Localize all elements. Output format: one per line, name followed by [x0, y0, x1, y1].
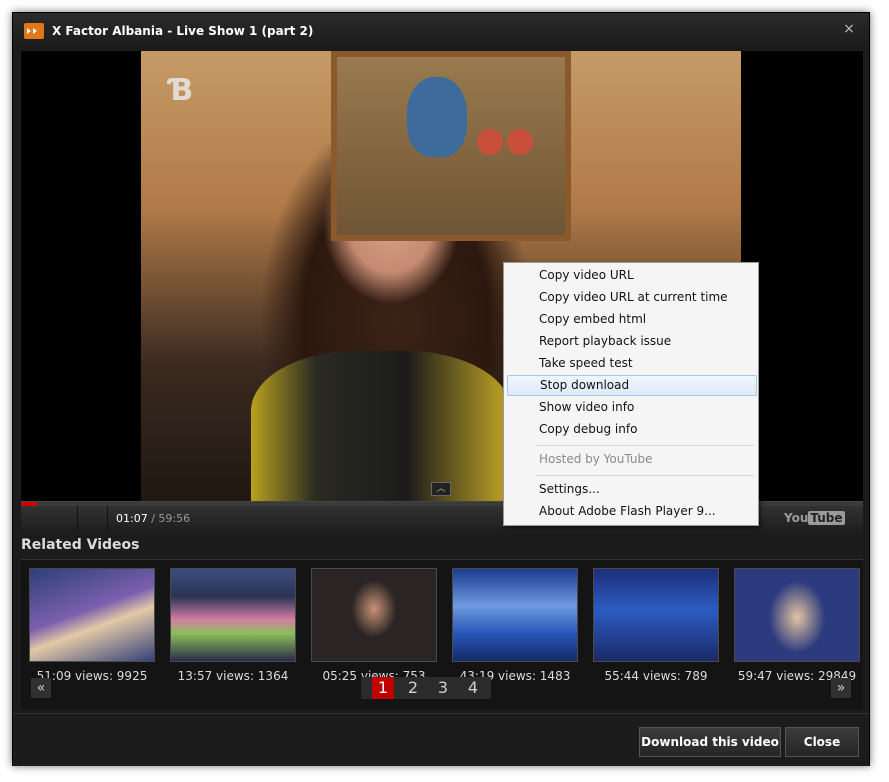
current-time: 01:07: [116, 512, 148, 525]
menu-item-label: Settings...: [539, 482, 600, 496]
related-caption-2: 13:57 views: 1364: [177, 669, 289, 683]
related-videos: 51:09 views: 9925 13:57 views: 1364 05:2…: [21, 559, 863, 710]
youtube-logo-left: You: [784, 511, 809, 525]
menu-item-label: Report playback issue: [539, 334, 672, 348]
menu-item-copy-embed-html[interactable]: Copy embed html: [507, 309, 755, 330]
menu-item-label: Hosted by YouTube: [539, 452, 653, 466]
menu-item-copy-debug-info[interactable]: Copy debug info: [507, 419, 755, 440]
menu-item-label: Show video info: [539, 400, 635, 414]
related-thumb-3[interactable]: 05:25 views: 753: [311, 568, 437, 683]
related-thumb-5[interactable]: 55:44 views: 789: [593, 568, 719, 683]
menu-item-report-playback-issue[interactable]: Report playback issue: [507, 331, 755, 352]
related-thumb-6[interactable]: 59:47 views: 29849: [734, 568, 860, 683]
menu-item-settings[interactable]: Settings...: [507, 479, 755, 500]
menu-item-copy-video-url[interactable]: Copy video URL: [507, 265, 755, 286]
prev-page-icon[interactable]: «: [31, 678, 51, 698]
time-separator: /: [147, 512, 159, 525]
menu-item-stop-download[interactable]: Stop download: [507, 375, 757, 396]
related-thumb-4[interactable]: 43:19 views: 1483: [452, 568, 578, 683]
menu-item-label: Copy video URL: [539, 268, 634, 282]
related-caption-5: 55:44 views: 789: [604, 669, 708, 683]
page-2[interactable]: 2: [402, 677, 424, 699]
youtube-logo-right: Tube: [808, 511, 845, 525]
page-1[interactable]: 1: [372, 677, 394, 699]
expand-up-icon[interactable]: ︿: [431, 482, 451, 496]
menu-separator: [536, 445, 754, 446]
context-menu: Copy video URL Copy video URL at current…: [503, 262, 759, 526]
page-3[interactable]: 3: [432, 677, 454, 699]
time-readout: 01:07 / 59:56: [116, 512, 190, 525]
film-icon: [24, 23, 44, 39]
pagination: 1 2 3 4: [361, 677, 491, 699]
next-page-icon[interactable]: »: [831, 678, 851, 698]
window-title: X Factor Albania - Live Show 1 (part 2): [52, 24, 314, 38]
menu-item-show-video-info[interactable]: Show video info: [507, 397, 755, 418]
menu-item-label: Copy video URL at current time: [539, 290, 728, 304]
menu-item-label: About Adobe Flash Player 9...: [539, 504, 716, 518]
related-title: Related Videos: [21, 537, 140, 553]
play-button[interactable]: [21, 506, 78, 532]
menu-item-take-speed-test[interactable]: Take speed test: [507, 353, 755, 374]
page-4[interactable]: 4: [462, 677, 484, 699]
title-bar[interactable]: X Factor Albania - Live Show 1 (part 2) …: [13, 13, 869, 51]
close-button[interactable]: Close: [785, 727, 859, 757]
menu-item-label: Copy debug info: [539, 422, 638, 436]
background-painting: [331, 51, 571, 241]
close-icon[interactable]: ×: [841, 21, 857, 37]
menu-item-label: Copy embed html: [539, 312, 647, 326]
menu-item-copy-url-current-time[interactable]: Copy video URL at current time: [507, 287, 755, 308]
channel-logo: Ɓ: [169, 73, 193, 108]
menu-item-label: Take speed test: [539, 356, 633, 370]
duration: 59:56: [158, 512, 191, 525]
related-thumb-2[interactable]: 13:57 views: 1364: [170, 568, 296, 683]
youtube-logo[interactable]: You Tube: [784, 511, 845, 525]
related-thumb-1[interactable]: 51:09 views: 9925: [29, 568, 155, 683]
volume-icon[interactable]: [77, 506, 108, 532]
menu-item-about-flash[interactable]: About Adobe Flash Player 9...: [507, 501, 755, 522]
download-button[interactable]: Download this video: [639, 727, 781, 757]
menu-separator: [536, 475, 754, 476]
footer: Download this video Close: [13, 713, 869, 766]
menu-item-label: Stop download: [540, 378, 630, 392]
menu-item-hosted-by-youtube: Hosted by YouTube: [507, 449, 755, 470]
subject-figure: [251, 351, 511, 501]
